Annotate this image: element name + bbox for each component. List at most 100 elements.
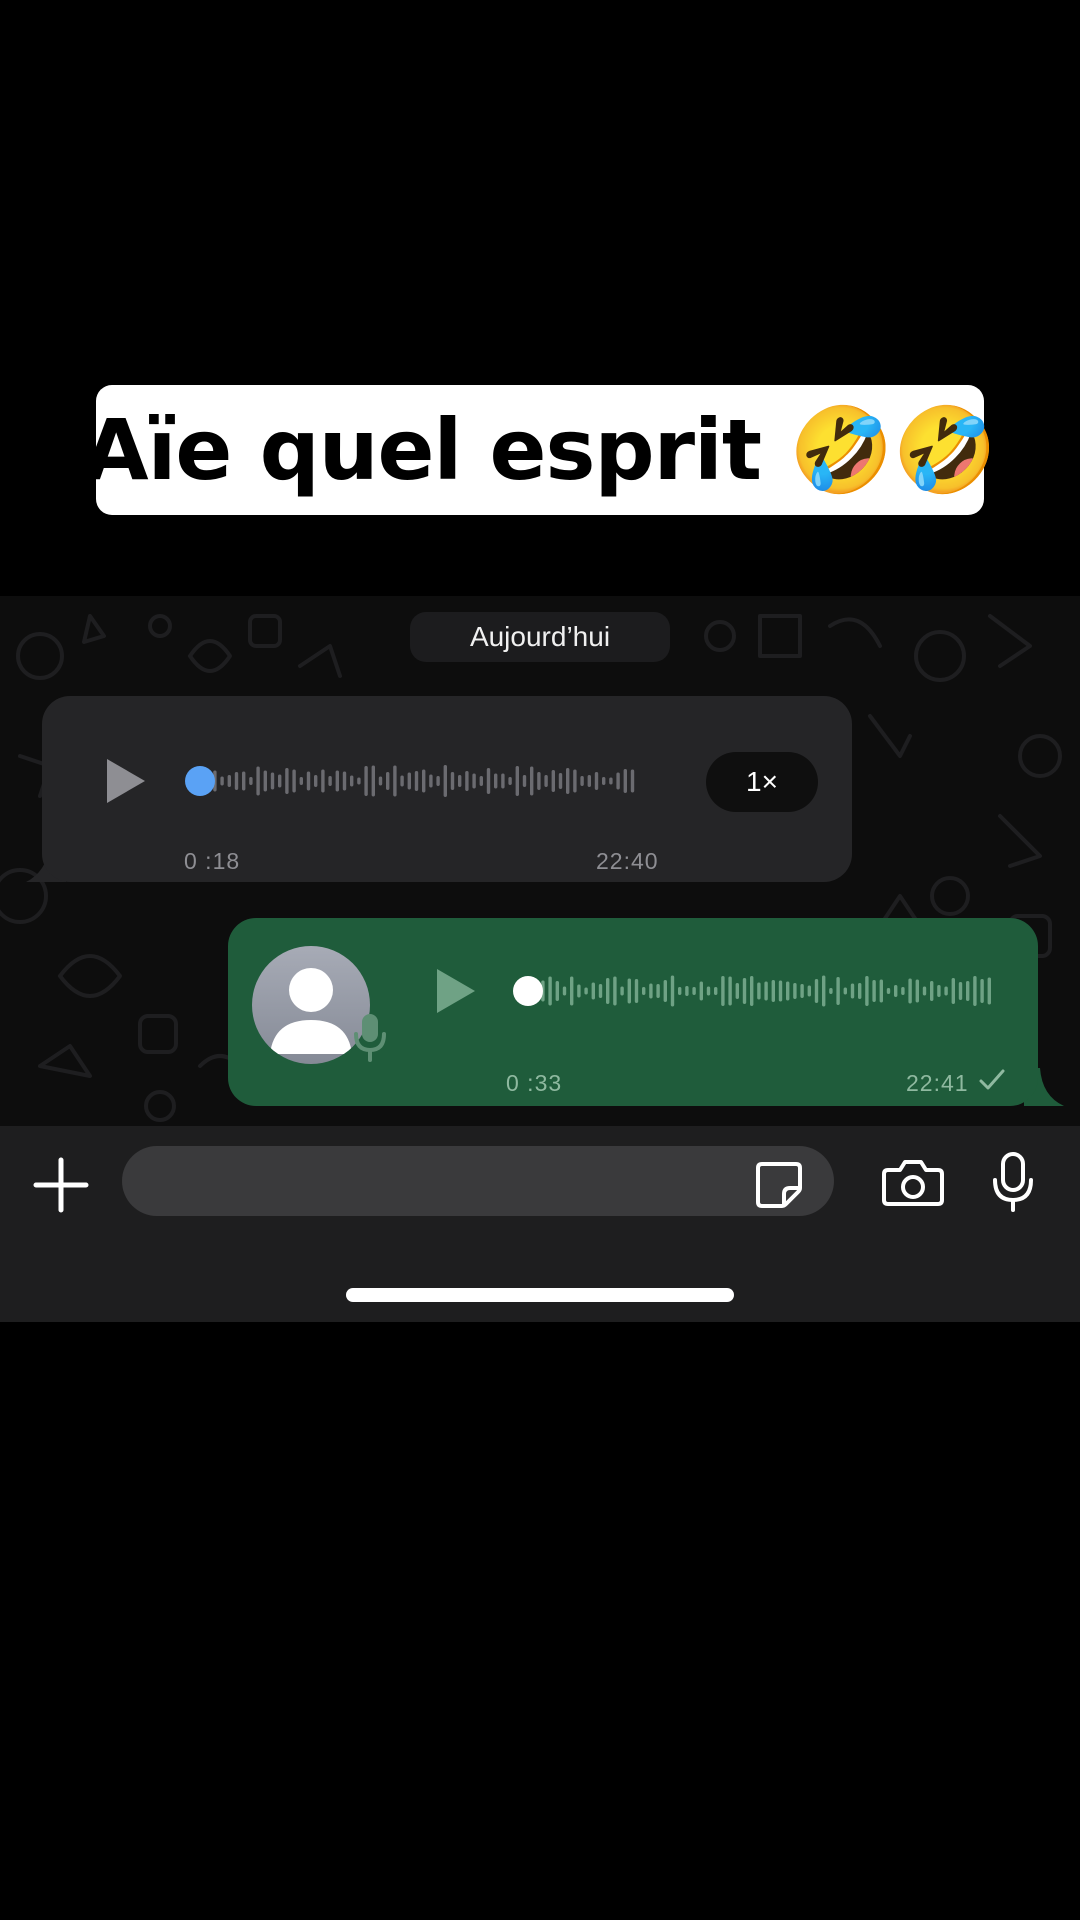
waveform-bar (566, 768, 570, 794)
waveform-bar (922, 986, 927, 996)
waveform-bar (306, 771, 311, 791)
waveform-bar (465, 771, 469, 791)
playback-speed-button[interactable]: 1× (706, 752, 818, 812)
playback-position-dot[interactable] (185, 766, 215, 796)
waveform-bar (494, 773, 498, 789)
microphone-icon[interactable] (990, 1150, 1036, 1214)
waveform-bar (678, 987, 682, 995)
home-indicator[interactable] (346, 1288, 734, 1302)
waveform-bar (606, 978, 610, 1004)
waveform-bar (721, 976, 725, 1006)
waveform-bar (951, 978, 955, 1004)
waveform-bar (742, 978, 747, 1004)
waveform-bar (227, 775, 231, 787)
waveform-bar (836, 977, 840, 1005)
waveform-bar (627, 978, 631, 1004)
waveform-bar (486, 768, 491, 794)
waveform-bar (685, 986, 689, 996)
waveform-bar (472, 773, 476, 789)
waveform-bar (937, 985, 941, 997)
waveform-bar (364, 766, 368, 796)
waveform-bar (663, 980, 667, 1002)
microphone-badge-icon (354, 1014, 386, 1062)
waveform-bar (328, 776, 332, 786)
waveform-bar (613, 976, 617, 1006)
waveform-bar (814, 979, 819, 1003)
waveform-bar (580, 776, 584, 786)
waveform-bar (436, 776, 440, 786)
waveform-bar (522, 775, 527, 787)
caption-banner: Aïe quel esprit 🤣🤣 (84, 385, 997, 515)
play-icon (437, 969, 475, 1013)
waveform-bar (598, 984, 603, 998)
waveform-bar (735, 983, 739, 999)
outgoing-play-button[interactable] (430, 966, 480, 1016)
playback-position-dot[interactable] (513, 976, 543, 1006)
waveform-bar (584, 987, 588, 995)
waveform-bar (371, 765, 375, 797)
waveform-bar (555, 981, 559, 1001)
waveform-bar (843, 987, 847, 995)
waveform-bar (973, 976, 977, 1006)
screen: Aïe quel esprit 🤣🤣 Aujourd’hui 0:18 22:… (0, 0, 1080, 1920)
waveform-bar (822, 975, 826, 1007)
waveform-bar (263, 770, 267, 792)
waveform-bar (314, 775, 318, 787)
waveform-bar (357, 777, 361, 785)
waveform-bar (558, 773, 563, 789)
incoming-waveform[interactable] (184, 758, 664, 804)
waveform-bar (771, 980, 775, 1002)
waveform-bar (894, 985, 898, 997)
waveform-bar (886, 988, 891, 994)
waveform-bar (422, 769, 426, 793)
waveform-bar (807, 985, 811, 997)
waveform-bar (728, 976, 732, 1006)
waveform-bar (562, 986, 567, 996)
waveform-bar (548, 976, 552, 1006)
waveform-bar (278, 774, 282, 788)
waveform-bar (443, 765, 447, 797)
waveform-bar (577, 984, 581, 998)
message-input[interactable] (122, 1146, 834, 1216)
play-icon (107, 759, 145, 803)
waveform-bar (944, 986, 948, 996)
waveform-bar (699, 981, 703, 1001)
date-separator: Aujourd’hui (410, 612, 670, 662)
waveform-bar (800, 984, 804, 998)
waveform-bar (850, 983, 855, 999)
waveform-bar (400, 775, 404, 787)
waveform-bar (620, 986, 624, 996)
sticker-icon[interactable] (754, 1160, 804, 1210)
incoming-play-button[interactable] (100, 756, 150, 806)
waveform-bar (670, 975, 675, 1007)
incoming-duration: 0 :18 (184, 848, 241, 874)
waveform-bar (908, 978, 912, 1004)
waveform-bar (242, 771, 246, 791)
waveform-bar (591, 982, 595, 1000)
waveform-bar (714, 987, 718, 995)
waveform-bar (249, 777, 253, 785)
plus-icon[interactable] (32, 1156, 90, 1214)
waveform-bar (623, 769, 627, 793)
check-icon (979, 1069, 1005, 1090)
waveform-bar (386, 772, 390, 790)
waveform-bar (256, 766, 260, 796)
camera-icon[interactable] (882, 1158, 944, 1208)
waveform-bar (479, 776, 483, 786)
caption-text: Aïe quel esprit 🤣🤣 (83, 400, 998, 499)
waveform-bar (407, 772, 411, 790)
waveform-bar (450, 772, 455, 790)
waveform-bar (342, 771, 347, 791)
outgoing-waveform[interactable] (512, 968, 998, 1014)
waveform-bar (609, 777, 613, 785)
waveform-bar (220, 776, 224, 786)
waveform-bar (458, 775, 462, 787)
waveform-bar (980, 979, 984, 1003)
waveform-bar (285, 768, 289, 794)
waveform-bar (966, 981, 970, 1001)
waveform-bar (778, 980, 783, 1002)
waveform-bar (602, 777, 606, 785)
waveform-bar (757, 982, 761, 1000)
waveform-bar (692, 987, 696, 995)
waveform-bar (616, 772, 620, 790)
